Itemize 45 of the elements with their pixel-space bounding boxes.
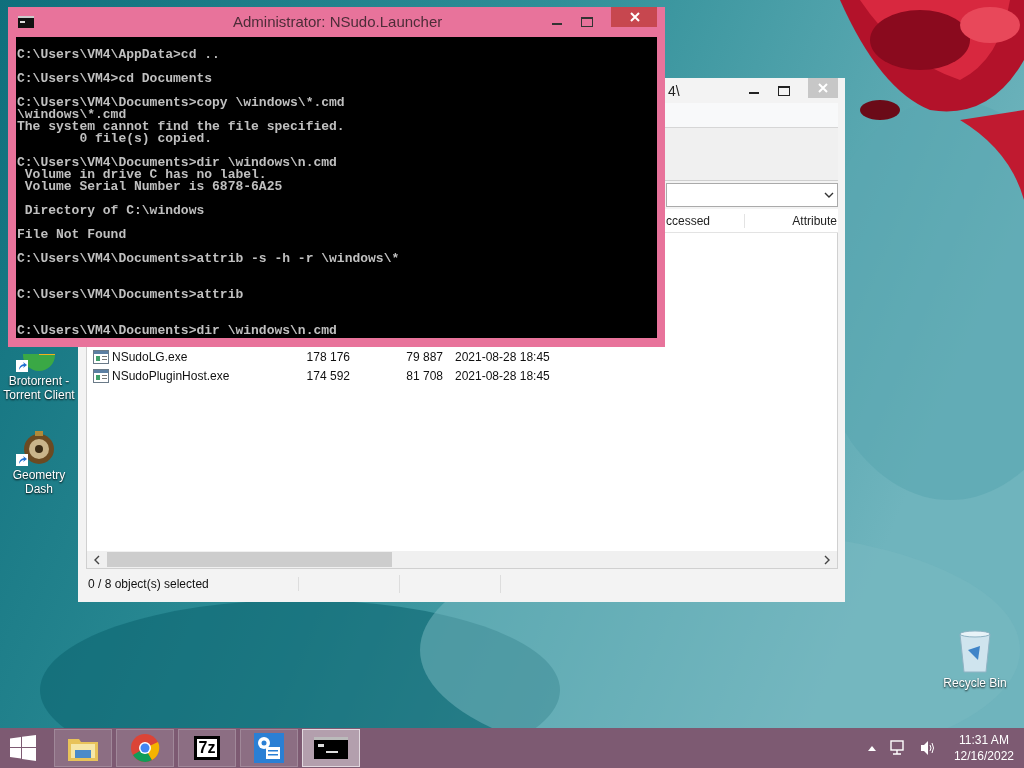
archiver-logo: 7z [193,736,221,760]
status-text: 0 / 8 object(s) selected [86,577,299,591]
horizontal-scrollbar[interactable] [86,551,838,569]
shortcut-arrow-icon [16,360,28,372]
torrent-app-icon[interactable] [22,354,56,372]
column-header[interactable]: Attribute [792,213,838,228]
maximize-icon[interactable] [778,85,790,96]
speaker-icon[interactable] [919,740,936,756]
browser-icon [130,733,160,763]
program-file-icon [93,349,109,364]
modified-date: 2021-08-28 18:45 [455,349,550,364]
window-title: 4\ [668,82,680,99]
recycle-bin-icon[interactable] [958,630,992,674]
column-header[interactable]: ccessed [666,213,745,228]
console-icon [314,737,348,759]
close-button[interactable] [611,7,657,27]
scroll-right-icon[interactable] [823,554,831,565]
network-icon[interactable] [889,740,906,756]
taskbar-button[interactable] [302,729,360,767]
file-name[interactable]: NSudoLG.exe [112,349,188,364]
shortcut-arrow-icon [16,454,28,466]
console-output: C:\Users\VM4\AppData>cd .. C:\Users\VM4>cd Documents C:\Users\VM4\Documents>copy \windows\*.cmd \windows\*.cmd The system cannot find the file specified. 0 file(s) copied. C:\Users\VM4\Documents>dir \windows\n.cmd Volume in drive C has no label. Volume Serial Number is 6878-6A25 Directory of C:\windows File Not Found C:\Users\VM4\Documents>attrib -s -h -r \windows\* C:\Users\VM4\Documents>attrib C:\Users\VM4\Documents>dir \windows\n.cmd [16,46,400,337]
clock-gear-icon[interactable] [22,430,56,466]
clock-date[interactable]: 12/16/2022 [953,748,1014,764]
close-icon [630,12,640,22]
scroll-left-icon[interactable] [93,554,101,565]
program-file-icon [93,368,109,383]
chevron-down-icon [824,192,834,198]
windows-logo-icon[interactable] [10,735,36,761]
scrollbar-thumb[interactable] [107,552,392,567]
gear-list-icon [254,733,284,763]
file-size: 174 592 [305,368,350,383]
modified-date: 2021-08-28 18:45 [455,368,550,383]
caret-up-icon[interactable] [867,745,876,751]
close-icon [818,83,828,93]
desktop-icon-label[interactable]: Geometry Dash [0,468,78,496]
window-title: Administrator: NSudo.Launcher [233,13,443,30]
file-size: 178 176 [305,349,350,364]
console-icon [18,16,34,28]
taskbar-button[interactable]: 7z [178,729,236,767]
clock-time[interactable]: 11:31 AM [959,732,1009,748]
file-name[interactable]: NSudoPluginHost.exe [112,368,230,383]
desktop-icon-label[interactable]: Brotorrent - Torrent Client [0,374,78,402]
packed-size: 79 887 [405,349,443,364]
packed-size: 81 708 [405,368,443,383]
